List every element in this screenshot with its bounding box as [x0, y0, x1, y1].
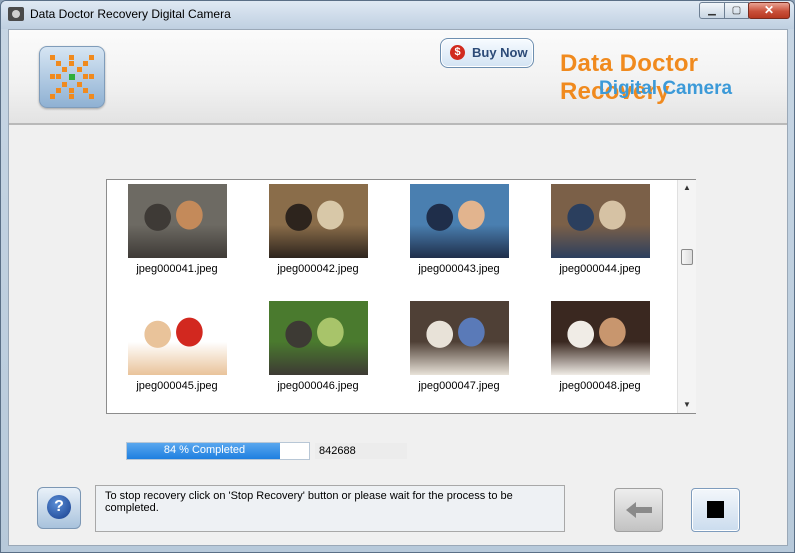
file-name: jpeg000045.jpeg	[136, 380, 218, 392]
minimize-icon: ▁	[708, 5, 716, 16]
file-name: jpeg000046.jpeg	[277, 380, 359, 392]
recovered-files-gallery[interactable]: jpeg000041.jpeg jpeg000042.jpeg jpeg000043…	[106, 179, 696, 414]
buy-now-button[interactable]: $ Buy Now	[440, 38, 534, 68]
scrollbar-thumb[interactable]	[681, 249, 693, 265]
maximize-button[interactable]: ▢	[724, 2, 749, 19]
file-name: jpeg000043.jpeg	[418, 263, 500, 275]
photo-preview	[410, 184, 509, 258]
brand-subtitle: Digital Camera	[599, 78, 733, 99]
file-name: jpeg000048.jpeg	[559, 380, 641, 392]
file-thumbnail[interactable]: jpeg000042.jpeg	[248, 181, 368, 281]
maximize-icon: ▢	[731, 5, 742, 16]
file-name: jpeg000042.jpeg	[277, 263, 359, 275]
recovered-count: 842688	[315, 443, 407, 459]
photo-preview	[551, 301, 650, 375]
app-logo	[39, 46, 105, 108]
back-arrow-icon	[626, 502, 652, 518]
status-message: To stop recovery click on 'Stop Recovery…	[95, 485, 565, 532]
close-icon: ✕	[763, 3, 775, 17]
client-area: $ Buy Now Data Doctor Recovery Digital C…	[8, 29, 788, 546]
app-window: Data Doctor Recovery Digital Camera ▁ ▢ …	[0, 0, 795, 553]
file-thumbnail[interactable]: jpeg000045.jpeg	[107, 298, 227, 398]
progress-bar: 84 % Completed	[126, 442, 310, 460]
file-thumbnail[interactable]: jpeg000047.jpeg	[389, 298, 509, 398]
file-thumbnail[interactable]: jpeg000046.jpeg	[248, 298, 368, 398]
stop-icon	[707, 501, 724, 518]
stop-recovery-button[interactable]	[691, 488, 740, 532]
scroll-down-icon[interactable]: ▼	[678, 397, 696, 413]
minimize-button[interactable]: ▁	[699, 2, 725, 19]
file-name: jpeg000041.jpeg	[136, 263, 218, 275]
progress-label: 84 % Completed	[163, 444, 246, 456]
photo-preview	[551, 184, 650, 258]
vertical-scrollbar[interactable]: ▲ ▼	[677, 180, 696, 413]
file-thumbnail[interactable]: jpeg000043.jpeg	[389, 181, 509, 281]
file-name: jpeg000044.jpeg	[559, 263, 641, 275]
scroll-up-icon[interactable]: ▲	[678, 180, 696, 196]
buy-now-label: Buy Now	[472, 45, 528, 60]
camera-icon	[8, 7, 24, 21]
thumbnail-grid: jpeg000041.jpeg jpeg000042.jpeg jpeg000043…	[107, 180, 677, 413]
window-title: Data Doctor Recovery Digital Camera	[30, 7, 231, 21]
photo-preview	[269, 184, 368, 258]
file-name: jpeg000047.jpeg	[418, 380, 500, 392]
file-thumbnail[interactable]: jpeg000041.jpeg	[107, 181, 227, 281]
photo-preview	[128, 301, 227, 375]
back-button[interactable]	[614, 488, 663, 532]
photo-preview	[410, 301, 509, 375]
photo-preview	[128, 184, 227, 258]
title-bar[interactable]: Data Doctor Recovery Digital Camera ▁ ▢ …	[1, 1, 794, 29]
help-button[interactable]: ?	[37, 487, 81, 529]
photo-preview	[269, 301, 368, 375]
help-icon: ?	[47, 495, 71, 519]
dollar-icon: $	[450, 45, 465, 60]
close-button[interactable]: ✕	[748, 2, 790, 19]
logo-icon	[50, 55, 94, 99]
header-banner: $ Buy Now Data Doctor Recovery Digital C…	[9, 30, 787, 125]
file-thumbnail[interactable]: jpeg000044.jpeg	[530, 181, 650, 281]
file-thumbnail[interactable]: jpeg000048.jpeg	[530, 298, 650, 398]
